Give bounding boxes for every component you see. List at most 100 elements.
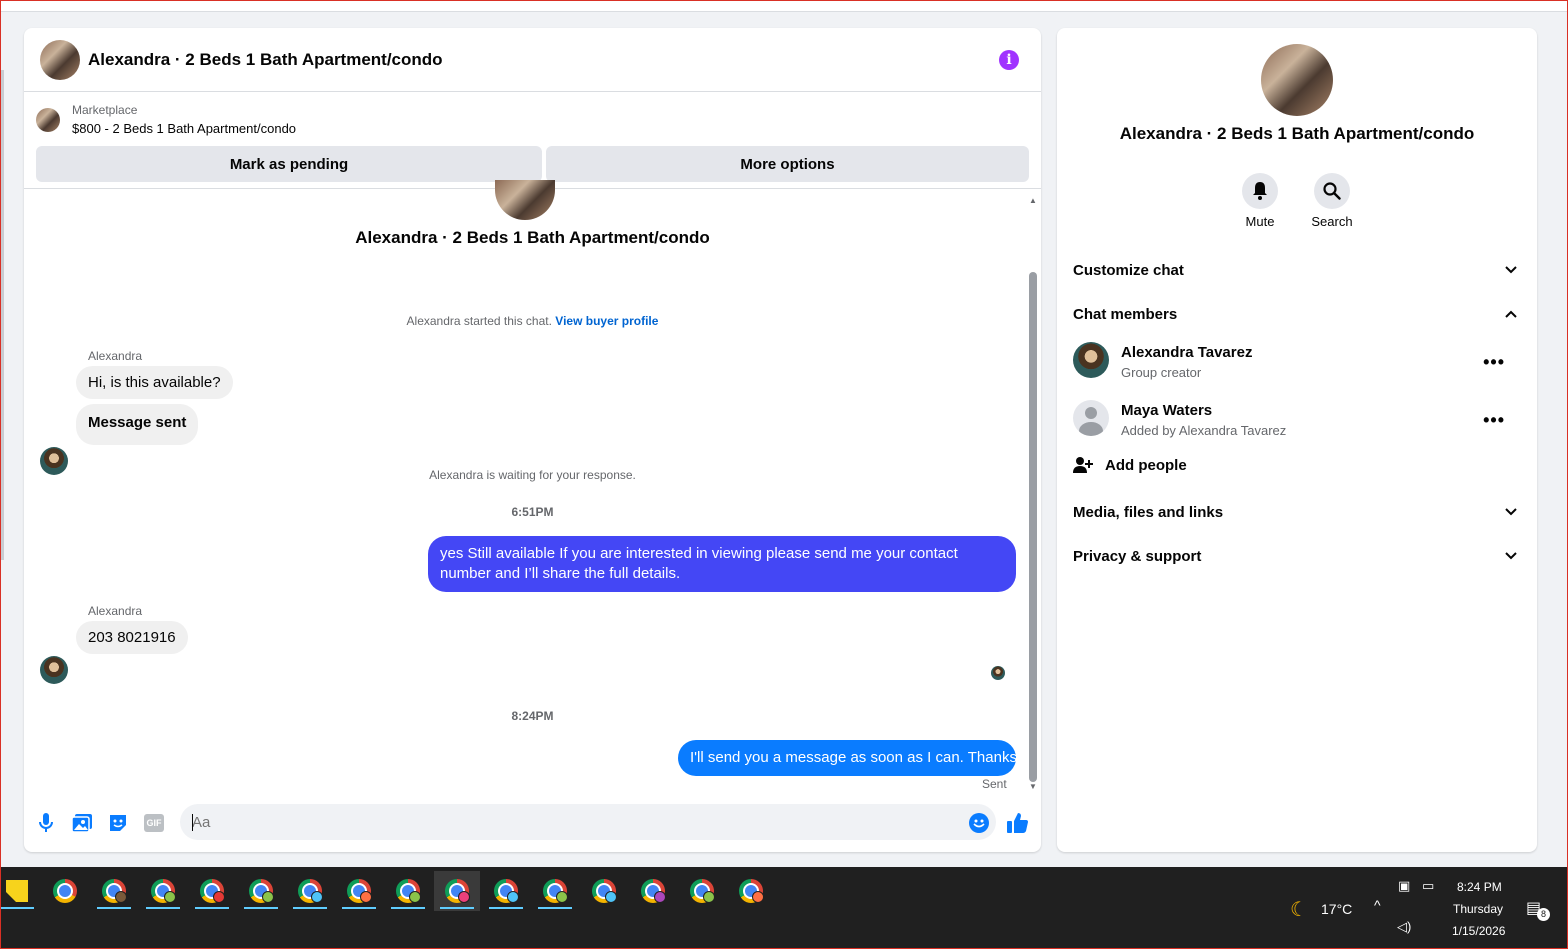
- search-label: Search: [1311, 214, 1353, 229]
- taskbar-chrome[interactable]: [385, 871, 431, 911]
- incoming-message[interactable]: Hi, is this available?: [76, 366, 233, 399]
- add-people-button[interactable]: Add people: [1073, 456, 1187, 474]
- scroll-thumb[interactable]: [1029, 272, 1037, 782]
- profile-badge: [605, 891, 617, 903]
- more-options-button[interactable]: More options: [546, 146, 1029, 182]
- taskbar-chrome[interactable]: [42, 871, 88, 911]
- weather-temperature[interactable]: 17°C: [1321, 901, 1352, 917]
- photo-icon[interactable]: [71, 812, 93, 834]
- taskbar-chrome[interactable]: [336, 871, 382, 911]
- left-edge-scroll: [0, 70, 4, 560]
- scroll-up-icon[interactable]: ▲: [1029, 196, 1037, 205]
- message-scrollbar[interactable]: ▲ ▼: [1029, 196, 1037, 791]
- outgoing-message[interactable]: yes Still available If you are intereste…: [428, 536, 1016, 592]
- taskbar-chrome[interactable]: [630, 871, 676, 911]
- member-avatar[interactable]: [1073, 342, 1109, 378]
- view-buyer-profile-link[interactable]: View buyer profile: [555, 314, 658, 328]
- taskbar-sticky-notes[interactable]: [0, 871, 40, 911]
- sticky-notes-icon: [6, 880, 28, 902]
- clock-time[interactable]: 8:24 PM: [1457, 880, 1502, 894]
- microphone-icon[interactable]: [35, 812, 57, 834]
- member-row[interactable]: Maya Waters Added by Alexandra Tavarez •…: [1073, 400, 1521, 440]
- taskbar-chrome-active[interactable]: [434, 871, 480, 911]
- camera-icon[interactable]: ▣: [1398, 878, 1410, 894]
- add-people-label: Add people: [1105, 456, 1187, 474]
- chevron-down-icon: [1501, 502, 1521, 522]
- clock-date[interactable]: 1/15/2026: [1452, 924, 1505, 938]
- taskbar-chrome[interactable]: [679, 871, 725, 911]
- waiting-note: Alexandra is waiting for your response.: [429, 468, 636, 482]
- scroll-down-icon[interactable]: ▼: [1029, 782, 1037, 791]
- group-avatar[interactable]: [1261, 44, 1333, 116]
- chat-title[interactable]: Alexandra · 2 Beds 1 Bath Apartment/cond…: [88, 50, 443, 70]
- profile-badge: [262, 891, 274, 903]
- read-receipt-avatar: [991, 666, 1005, 680]
- member-name: Maya Waters: [1121, 402, 1213, 419]
- message-bubble[interactable]: Hi, is this available?: [76, 366, 233, 399]
- more-options-icon[interactable]: •••: [1483, 410, 1505, 431]
- info-icon[interactable]: i: [999, 50, 1019, 70]
- sender-avatar[interactable]: [40, 656, 68, 684]
- message-bubble[interactable]: Message sent: [76, 404, 199, 445]
- taskbar-chrome[interactable]: [287, 871, 333, 911]
- chat-avatar[interactable]: [40, 39, 80, 80]
- member-role: Added by Alexandra Tavarez: [1121, 423, 1287, 438]
- taskbar-chrome[interactable]: [189, 871, 235, 911]
- message-input[interactable]: [180, 804, 996, 840]
- privacy-support-row[interactable]: Privacy & support: [1073, 544, 1521, 568]
- incoming-message[interactable]: Message sent: [76, 404, 199, 445]
- taskbar-chrome[interactable]: [140, 871, 186, 911]
- message-bubble[interactable]: 203 8021916: [76, 621, 188, 654]
- gif-icon[interactable]: GIF: [143, 812, 165, 834]
- taskbar-chrome[interactable]: [581, 871, 627, 911]
- chat-header: Alexandra · 2 Beds 1 Bath Apartment/cond…: [24, 28, 1041, 92]
- sticker-icon[interactable]: [107, 812, 129, 834]
- browser-top-strip: [0, 0, 1568, 12]
- side-title: Alexandra · 2 Beds 1 Bath Apartment/cond…: [1119, 124, 1475, 143]
- chat-info-panel: Alexandra · 2 Beds 1 Bath Apartment/cond…: [1057, 28, 1537, 852]
- network-icon[interactable]: ▭: [1422, 878, 1434, 894]
- privacy-support-label: Privacy & support: [1073, 547, 1202, 565]
- mute-button[interactable]: [1242, 173, 1278, 209]
- more-options-icon[interactable]: •••: [1483, 352, 1505, 373]
- outgoing-message[interactable]: I'll send you a message as soon as I can…: [678, 740, 1017, 776]
- taskbar-chrome[interactable]: [532, 871, 578, 911]
- chat-started-note: Alexandra started this chat. View buyer …: [24, 314, 1041, 328]
- taskbar: ☾ 17°C ^ ▣ ▭ ◁) 8:24 PM Thursday 1/15/20…: [0, 867, 1568, 949]
- taskbar-indicator: [391, 907, 425, 909]
- like-icon[interactable]: [1007, 812, 1029, 834]
- chat-members-row[interactable]: Chat members: [1073, 302, 1521, 326]
- mark-as-pending-button[interactable]: Mark as pending: [36, 146, 542, 182]
- marketplace-actions: Mark as pending More options: [24, 136, 1041, 182]
- volume-icon[interactable]: ◁): [1397, 919, 1411, 935]
- profile-badge: [458, 891, 470, 903]
- taskbar-chrome[interactable]: [238, 871, 284, 911]
- profile-badge: [752, 891, 764, 903]
- media-files-row[interactable]: Media, files and links: [1073, 500, 1521, 524]
- search-button[interactable]: [1314, 173, 1350, 209]
- taskbar-chrome[interactable]: [483, 871, 529, 911]
- message-list[interactable]: Alexandra · 2 Beds 1 Bath Apartment/cond…: [24, 180, 1041, 791]
- moon-weather-icon[interactable]: ☾: [1290, 897, 1308, 922]
- profile-badge: [507, 891, 519, 903]
- chevron-up-icon[interactable]: ^: [1374, 897, 1381, 913]
- chat-panel: Alexandra · 2 Beds 1 Bath Apartment/cond…: [24, 28, 1041, 852]
- taskbar-indicator: [0, 907, 34, 909]
- emoji-icon[interactable]: [968, 812, 990, 834]
- chevron-down-icon: [1501, 260, 1521, 280]
- chevron-down-icon: [1501, 546, 1521, 566]
- taskbar-chrome[interactable]: [91, 871, 137, 911]
- listing-title: $800 - 2 Beds 1 Bath Apartment/condo: [72, 121, 297, 136]
- search-icon: [1323, 182, 1341, 200]
- member-avatar[interactable]: [1073, 400, 1109, 436]
- clock-day[interactable]: Thursday: [1453, 902, 1503, 916]
- notification-count: 8: [1537, 908, 1550, 921]
- taskbar-indicator: [146, 907, 180, 909]
- member-row[interactable]: Alexandra Tavarez Group creator •••: [1073, 342, 1521, 382]
- profile-badge: [703, 891, 715, 903]
- marketplace-listing[interactable]: Marketplace $800 - 2 Beds 1 Bath Apartme…: [24, 93, 1041, 136]
- taskbar-chrome[interactable]: [728, 871, 774, 911]
- incoming-message[interactable]: 203 8021916: [76, 621, 188, 654]
- sent-status: Sent: [982, 777, 1007, 791]
- customize-chat-row[interactable]: Customize chat: [1073, 258, 1521, 282]
